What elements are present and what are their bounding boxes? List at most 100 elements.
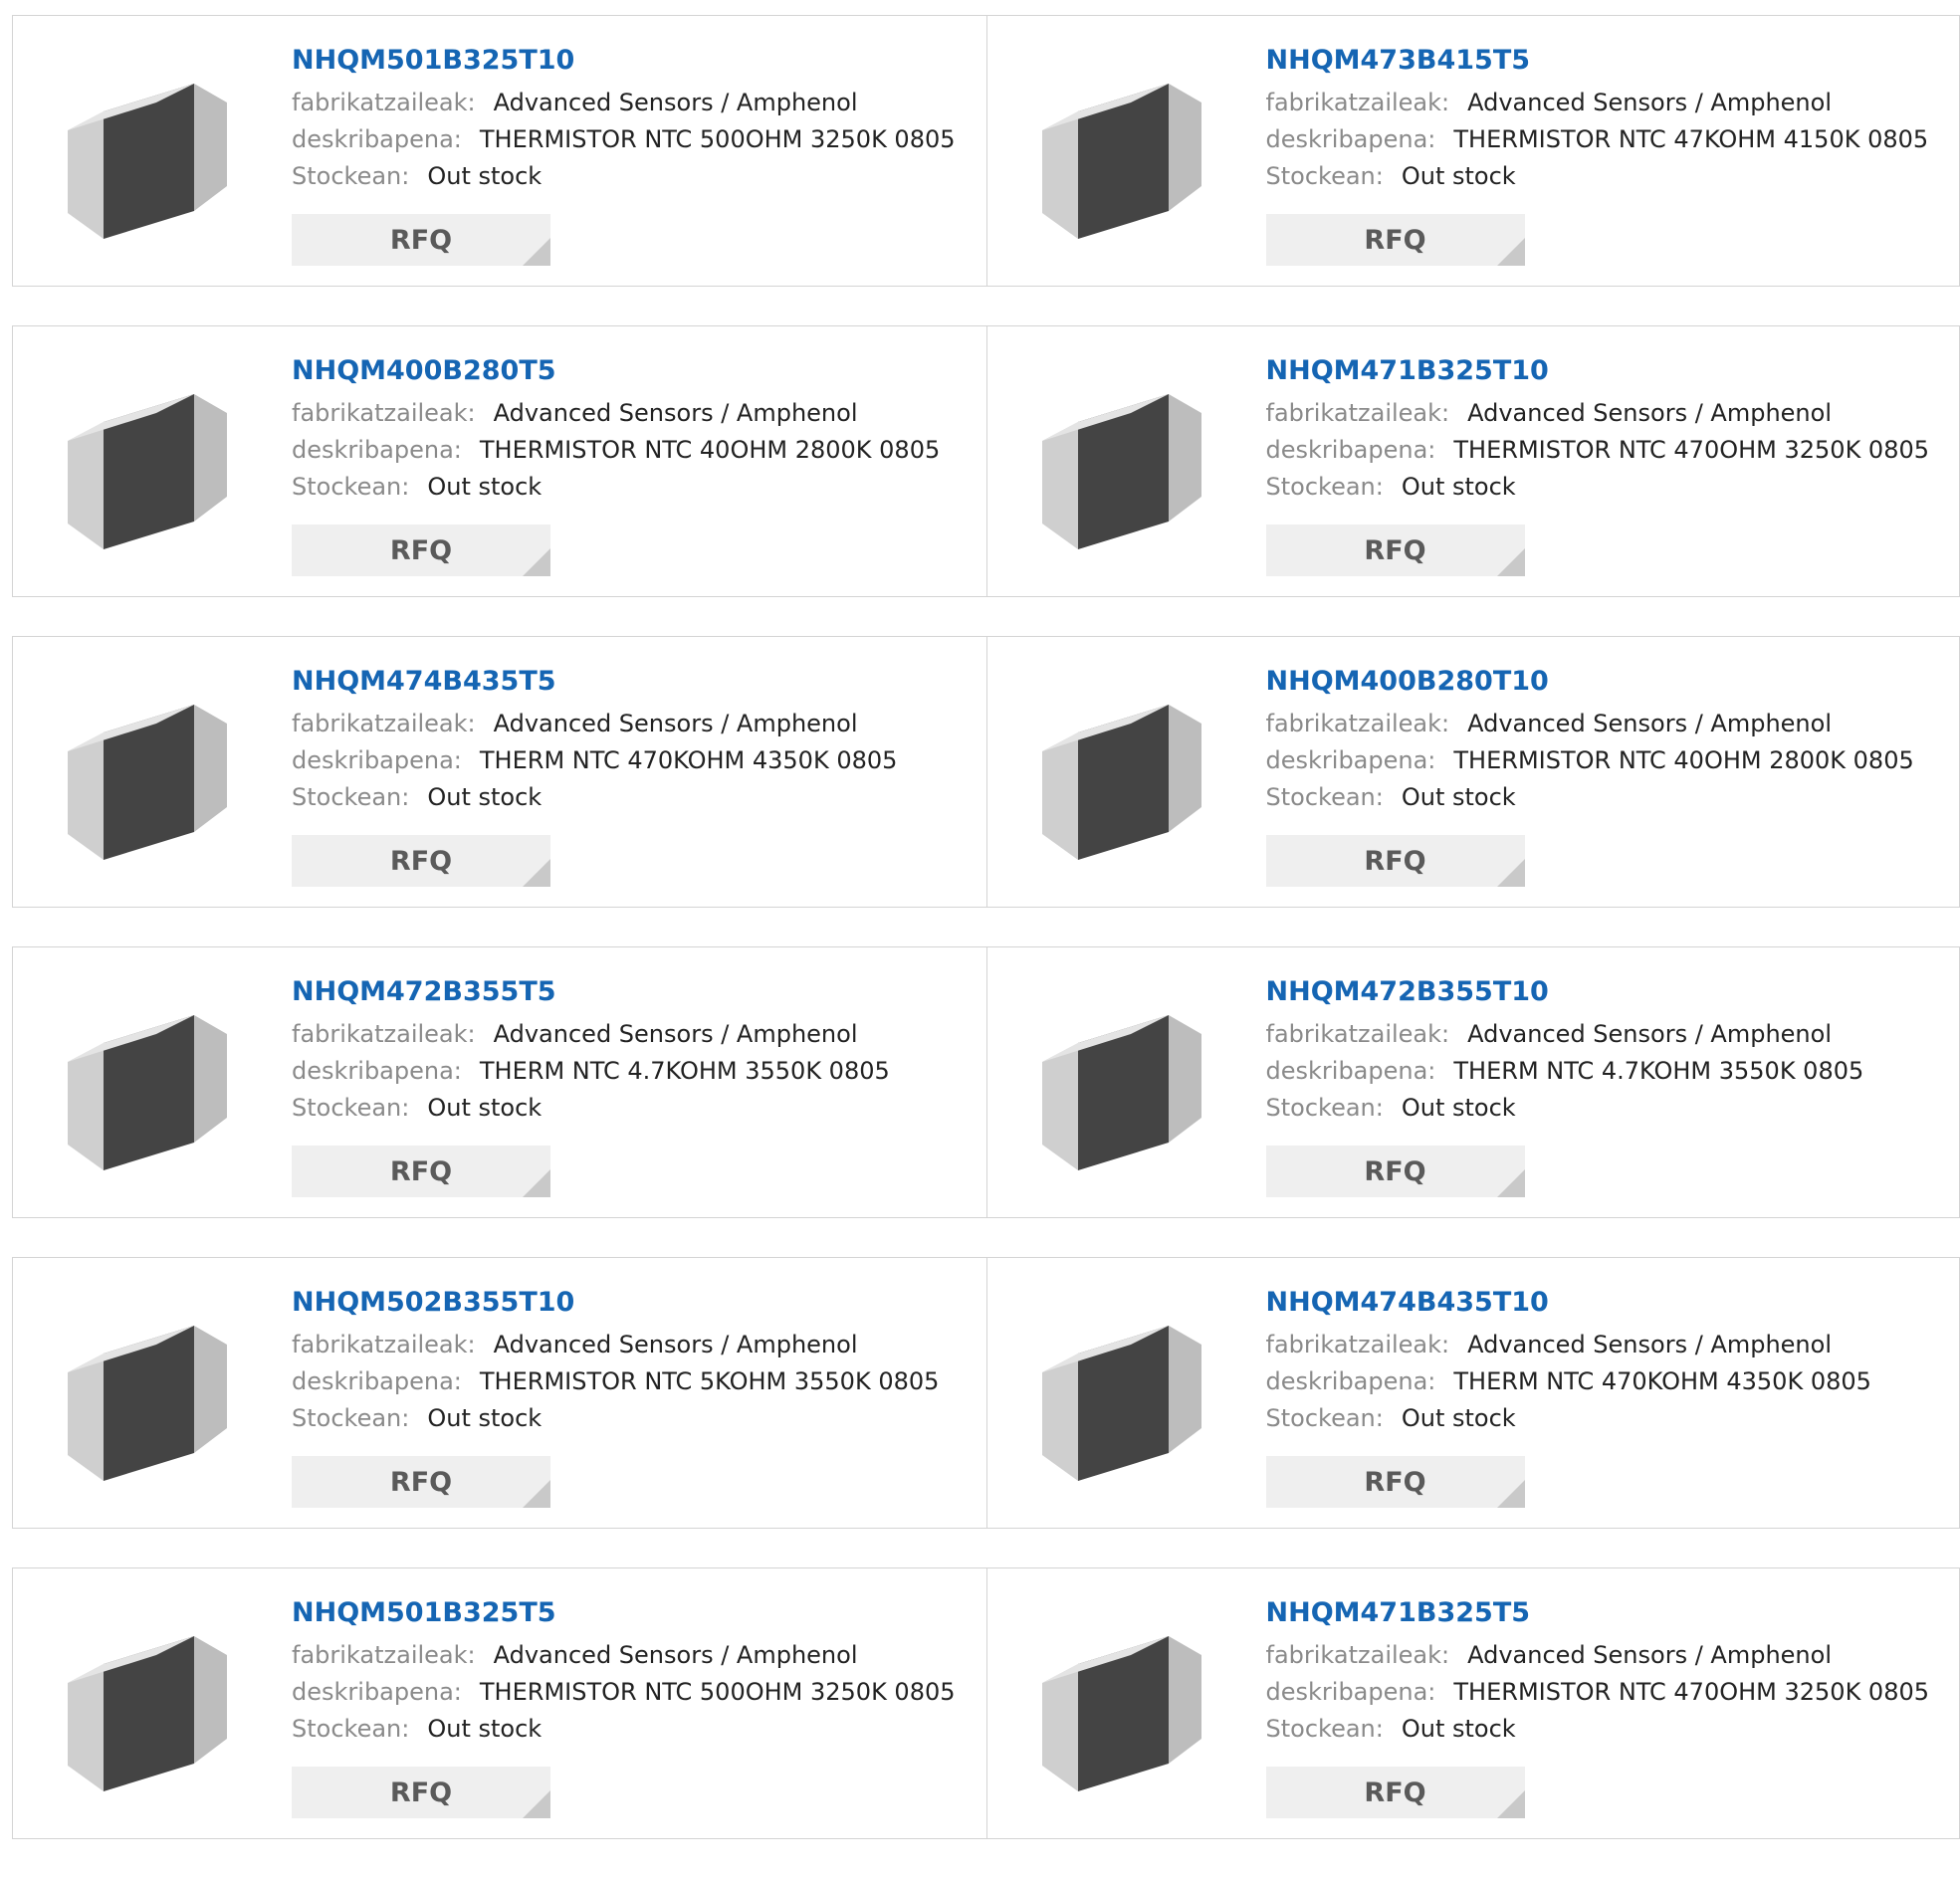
rfq-button[interactable]: RFQ xyxy=(292,835,550,887)
rfq-button[interactable]: RFQ xyxy=(1265,1456,1525,1508)
rfq-button[interactable]: RFQ xyxy=(1265,524,1525,576)
component-image[interactable] xyxy=(1026,685,1215,864)
description-label: deskribapena: xyxy=(292,1678,462,1706)
description-line: deskribapena: THERM NTC 470KOHM 4350K 080… xyxy=(292,742,977,779)
product-card: NHQM471B325T10 fabrikatzaileak: Advanced … xyxy=(985,326,1960,596)
stock-line: Stockean: Out stock xyxy=(292,158,977,195)
rfq-button[interactable]: RFQ xyxy=(292,524,550,576)
manufacturer-label: fabrikatzaileak: xyxy=(292,399,476,427)
manufacturer-line: fabrikatzaileak: Advanced Sensors / Amphe… xyxy=(292,1327,977,1363)
manufacturer-value: Advanced Sensors / Amphenol xyxy=(1467,1641,1832,1669)
stock-value: Out stock xyxy=(1401,1715,1516,1743)
manufacturer-label: fabrikatzaileak: xyxy=(1265,710,1450,737)
part-number-link[interactable]: NHQM400B280T10 xyxy=(1266,664,1950,700)
component-image[interactable] xyxy=(52,995,241,1174)
rfq-button[interactable]: RFQ xyxy=(1265,1767,1525,1818)
description-line: deskribapena: THERMISTOR NTC 500OHM 3250K… xyxy=(292,121,977,158)
manufacturer-label: fabrikatzaileak: xyxy=(1265,1331,1450,1358)
stock-line: Stockean: Out stock xyxy=(292,779,977,816)
product-card: NHQM400B280T10 fabrikatzaileak: Advanced … xyxy=(985,637,1960,907)
description-label: deskribapena: xyxy=(292,125,462,153)
component-image[interactable] xyxy=(52,1616,241,1795)
description-line: deskribapena: THERMISTOR NTC 47KOHM 4150K… xyxy=(1266,121,1950,158)
product-card: NHQM501B325T10 fabrikatzaileak: Advanced … xyxy=(13,16,986,286)
rfq-button[interactable]: RFQ xyxy=(292,214,550,266)
description-label: deskribapena: xyxy=(292,436,462,464)
product-info: NHQM400B280T10 fabrikatzaileak: Advanced … xyxy=(1266,664,1950,816)
component-image[interactable] xyxy=(52,685,241,864)
description-line: deskribapena: THERM NTC 470KOHM 4350K 080… xyxy=(1266,1363,1950,1400)
component-image[interactable] xyxy=(1026,1306,1215,1485)
part-number-link[interactable]: NHQM501B325T5 xyxy=(292,1595,977,1631)
corner-triangle-icon xyxy=(1496,238,1525,266)
stock-value: Out stock xyxy=(1401,783,1516,811)
stock-line: Stockean: Out stock xyxy=(292,1090,977,1127)
part-number-link[interactable]: NHQM400B280T5 xyxy=(292,353,977,389)
component-image[interactable] xyxy=(1026,64,1215,243)
stock-value: Out stock xyxy=(427,162,543,190)
part-number-link[interactable]: NHQM471B325T5 xyxy=(1266,1595,1950,1631)
component-image[interactable] xyxy=(52,1306,241,1485)
manufacturer-value: Advanced Sensors / Amphenol xyxy=(1467,1020,1832,1048)
corner-triangle-icon xyxy=(523,1480,550,1508)
manufacturer-value: Advanced Sensors / Amphenol xyxy=(1467,89,1832,116)
stock-value: Out stock xyxy=(427,783,543,811)
description-line: deskribapena: THERMISTOR NTC 40OHM 2800K … xyxy=(1266,742,1950,779)
manufacturer-line: fabrikatzaileak: Advanced Sensors / Amphe… xyxy=(1266,706,1950,742)
product-info: NHQM472B355T5 fabrikatzaileak: Advanced S… xyxy=(292,974,977,1127)
component-image[interactable] xyxy=(1026,374,1215,553)
part-number-link[interactable]: NHQM474B435T10 xyxy=(1266,1285,1950,1321)
component-image[interactable] xyxy=(1026,995,1215,1174)
description-label: deskribapena: xyxy=(1265,1678,1436,1706)
component-image[interactable] xyxy=(52,64,241,243)
rfq-button-label: RFQ xyxy=(389,534,453,566)
stock-line: Stockean: Out stock xyxy=(1266,779,1950,816)
rfq-button-label: RFQ xyxy=(1364,1155,1426,1187)
description-label: deskribapena: xyxy=(292,1367,462,1395)
rfq-button[interactable]: RFQ xyxy=(1265,214,1525,266)
manufacturer-line: fabrikatzaileak: Advanced Sensors / Amphe… xyxy=(292,1637,977,1674)
rfq-button-label: RFQ xyxy=(1364,534,1426,566)
corner-triangle-icon xyxy=(523,238,550,266)
part-number-link[interactable]: NHQM472B355T5 xyxy=(292,974,977,1010)
rfq-button[interactable]: RFQ xyxy=(292,1456,550,1508)
manufacturer-value: Advanced Sensors / Amphenol xyxy=(1467,710,1832,737)
part-number-link[interactable]: NHQM502B355T10 xyxy=(292,1285,977,1321)
part-number-link[interactable]: NHQM472B355T10 xyxy=(1266,974,1950,1010)
part-number-link[interactable]: NHQM474B435T5 xyxy=(292,664,977,700)
part-number-link[interactable]: NHQM473B415T5 xyxy=(1266,43,1950,79)
product-card: NHQM501B325T5 fabrikatzaileak: Advanced S… xyxy=(13,1568,986,1838)
product-info: NHQM400B280T5 fabrikatzaileak: Advanced S… xyxy=(292,353,977,506)
chip-icon xyxy=(68,705,227,860)
rfq-button-label: RFQ xyxy=(1364,845,1426,877)
manufacturer-value: Advanced Sensors / Amphenol xyxy=(493,399,858,427)
rfq-button[interactable]: RFQ xyxy=(292,1767,550,1818)
rfq-button-label: RFQ xyxy=(389,845,453,877)
rfq-button-label: RFQ xyxy=(389,1155,453,1187)
product-row: NHQM474B435T5 fabrikatzaileak: Advanced S… xyxy=(12,636,1960,908)
description-value: THERMISTOR NTC 40OHM 2800K 0805 xyxy=(1453,746,1914,774)
manufacturer-line: fabrikatzaileak: Advanced Sensors / Amphe… xyxy=(1266,85,1950,121)
part-number-link[interactable]: NHQM501B325T10 xyxy=(292,43,977,79)
corner-triangle-icon xyxy=(523,859,550,887)
corner-triangle-icon xyxy=(523,1790,550,1818)
stock-value: Out stock xyxy=(1401,473,1516,501)
description-value: THERM NTC 4.7KOHM 3550K 0805 xyxy=(479,1057,890,1085)
rfq-button-label: RFQ xyxy=(389,1776,453,1808)
chip-icon xyxy=(68,84,227,239)
stock-value: Out stock xyxy=(427,1094,543,1122)
description-value: THERM NTC 470KOHM 4350K 0805 xyxy=(479,746,898,774)
component-image[interactable] xyxy=(52,374,241,553)
description-label: deskribapena: xyxy=(292,1057,462,1085)
manufacturer-value: Advanced Sensors / Amphenol xyxy=(1467,1331,1832,1358)
stock-line: Stockean: Out stock xyxy=(292,469,977,506)
corner-triangle-icon xyxy=(1496,548,1525,576)
part-number-link[interactable]: NHQM471B325T10 xyxy=(1266,353,1950,389)
product-row: NHQM472B355T5 fabrikatzaileak: Advanced S… xyxy=(12,946,1960,1218)
chip-icon xyxy=(68,394,227,549)
rfq-button[interactable]: RFQ xyxy=(1265,1146,1525,1197)
component-image[interactable] xyxy=(1026,1616,1215,1795)
rfq-button[interactable]: RFQ xyxy=(1265,835,1525,887)
rfq-button[interactable]: RFQ xyxy=(292,1146,550,1197)
manufacturer-value: Advanced Sensors / Amphenol xyxy=(1467,399,1832,427)
